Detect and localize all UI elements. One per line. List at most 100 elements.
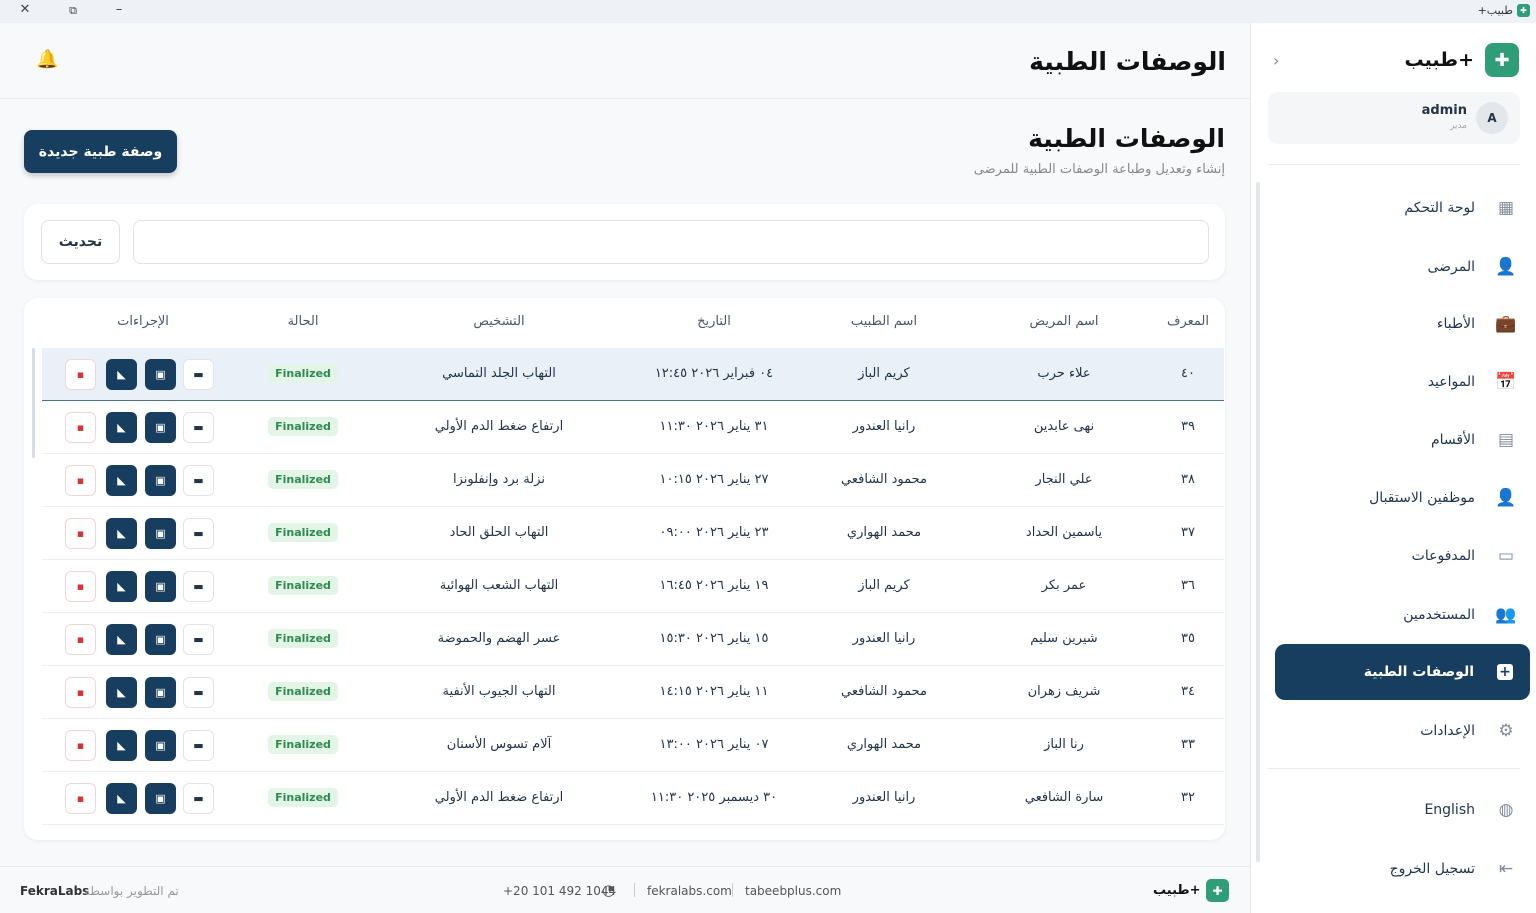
refresh-button[interactable]: تحديث — [41, 220, 120, 264]
delete-icon[interactable]: ▪ — [65, 677, 96, 708]
language-button[interactable]: English ◍ — [1275, 787, 1531, 833]
sidebar-item-6[interactable]: المدفوعات ▭ — [1275, 533, 1531, 579]
table-row[interactable]: ٣٦ عمر بكر كريم الباز ١٩ يناير ٢٠٢٦ ١٦:٤٥ ال… — [42, 560, 1224, 613]
cell-diagnosis: التهاب الجيوب الأنفية — [442, 684, 556, 699]
delete-icon[interactable]: ▪ — [65, 412, 96, 443]
delete-icon[interactable]: ▪ — [65, 624, 96, 655]
footer-site-tabeeb[interactable]: tabeebplus.com — [745, 884, 841, 898]
bell-icon[interactable]: 🔔 — [36, 49, 58, 70]
cell-doctor: رانيا العندور — [852, 419, 916, 434]
sidebar-item-7[interactable]: المستخدمين 👥 — [1275, 592, 1531, 638]
person-icon: 👤 — [1495, 488, 1517, 508]
print-icon[interactable]: ▣ — [145, 412, 176, 443]
delete-icon[interactable]: ▪ — [65, 730, 96, 761]
print-icon[interactable]: ▣ — [145, 571, 176, 602]
print-icon[interactable]: ▣ — [145, 677, 176, 708]
cell-patient: شيرين سليم — [1030, 631, 1098, 646]
print-icon[interactable]: ▣ — [145, 783, 176, 814]
view-icon[interactable]: ▬ — [183, 412, 214, 443]
sidebar-item-8[interactable]: الوصفات الطبية + — [1275, 644, 1530, 700]
footer-site-fekralabs[interactable]: fekralabs.com — [647, 884, 732, 898]
cell-patient: سارة الشافعي — [1024, 790, 1104, 805]
cell-id: ٣٣ — [1181, 737, 1195, 752]
print-icon[interactable]: ▣ — [145, 465, 176, 496]
divider — [634, 883, 635, 897]
view-icon[interactable]: ▬ — [183, 571, 214, 602]
delete-icon[interactable]: ▪ — [65, 465, 96, 496]
table-row[interactable]: ٣٨ علي النجار محمود الشافعي ٢٧ يناير ٢٠٢٦ ١… — [42, 454, 1224, 507]
edit-icon[interactable]: ◣ — [106, 783, 137, 814]
cell-id: ٣٥ — [1181, 631, 1195, 646]
table-row[interactable]: ٣٧ ياسمين الحداد محمد الهواري ٢٣ يناير ٢٠٢٦… — [42, 507, 1224, 560]
sidebar-item-9[interactable]: الإعدادات ⚙ — [1275, 708, 1531, 754]
cell-id: ٣٦ — [1181, 578, 1195, 593]
sidebar-item-5[interactable]: موظفين الاستقبال 👤 — [1275, 475, 1531, 521]
cell-date: ١٩ يناير ٢٠٢٦ ١٦:٤٥ — [659, 578, 769, 593]
cell-id: ٣٧ — [1181, 525, 1195, 540]
logout-button[interactable]: تسجيل الخروج ⇤ — [1275, 846, 1531, 892]
table-row[interactable]: ٣٩ نهى عابدين رانيا العندور ٣١ يناير ٢٠٢٦ ١… — [42, 401, 1224, 454]
table-scrollbar[interactable] — [32, 348, 35, 458]
footer-company[interactable]: FekraLabs — [20, 884, 89, 898]
cell-id: ٣٨ — [1181, 472, 1195, 487]
delete-icon[interactable]: ▪ — [65, 518, 96, 549]
edit-icon[interactable]: ◣ — [106, 518, 137, 549]
sidebar-item-2[interactable]: الأطباء 💼 — [1275, 301, 1531, 347]
table-row[interactable]: ٣٥ شيرين سليم رانيا العندور ١٥ يناير ٢٠٢٦ ١… — [42, 613, 1224, 666]
sidebar-item-4[interactable]: الأقسام ▤ — [1275, 417, 1531, 463]
table-row[interactable]: ٣٢ سارة الشافعي رانيا العندور ٣٠ ديسمبر ٢٠٢… — [42, 772, 1224, 825]
avatar: A — [1476, 102, 1508, 134]
footer-phone[interactable]: +20 101 492 1044 — [503, 884, 616, 898]
delete-icon[interactable]: ▪ — [65, 359, 96, 390]
sidebar-scrollbar[interactable] — [1256, 182, 1260, 862]
view-icon[interactable]: ▬ — [183, 783, 214, 814]
cell-patient: ياسمين الحداد — [1025, 525, 1103, 540]
col-doctor-header: اسم الطبيب — [850, 314, 918, 329]
edit-icon[interactable]: ◣ — [106, 465, 137, 496]
search-input[interactable] — [133, 220, 1209, 264]
table-row[interactable]: ٤٠ علاء حرب كريم الباز ٠٤ فبراير ٢٠٢٦ ١٢:٤٥… — [42, 348, 1224, 401]
sidebar-item-1[interactable]: المرضى 👤 — [1275, 244, 1531, 290]
view-icon[interactable]: ▬ — [183, 518, 214, 549]
view-icon[interactable]: ▬ — [183, 465, 214, 496]
sidebar-item-3[interactable]: المواعيد 📅 — [1275, 359, 1531, 405]
print-icon[interactable]: ▣ — [145, 730, 176, 761]
edit-icon[interactable]: ◣ — [106, 359, 137, 390]
header-title: الوصفات الطبية — [1029, 47, 1226, 76]
cell-diagnosis: نزلة برد وإنفلونزا — [452, 472, 546, 487]
cell-doctor: محمود الشافعي — [841, 472, 927, 487]
restore-icon[interactable]: ⧉ — [64, 4, 82, 18]
print-icon[interactable]: ▣ — [145, 359, 176, 390]
view-icon[interactable]: ▬ — [183, 677, 214, 708]
delete-icon[interactable]: ▪ — [65, 783, 96, 814]
delete-icon[interactable]: ▪ — [65, 571, 96, 602]
chevron-right-icon[interactable]: › — [1273, 51, 1279, 70]
table-row[interactable]: ٣٤ شريف زهران محمود الشافعي ١١ يناير ٢٠٢٦ ١… — [42, 666, 1224, 719]
print-icon[interactable]: ▣ — [145, 518, 176, 549]
edit-icon[interactable]: ◣ — [106, 412, 137, 443]
edit-icon[interactable]: ◣ — [106, 677, 137, 708]
close-icon[interactable]: ✕ — [16, 2, 34, 17]
sidebar: ✚ طبيب+ › A admin مدير لوحة التحكم ▦ المرض… — [1250, 23, 1536, 913]
minimize-icon[interactable]: – — [110, 2, 128, 17]
new-prescription-button[interactable]: وصفة طبية جديدة — [24, 130, 177, 173]
footer-logo-icon: ✚ — [1206, 879, 1229, 902]
search-bar: تحديث — [24, 204, 1225, 280]
table-row[interactable]: ٣٣ رنا الباز محمد الهواري ٠٧ يناير ٢٠٢٦ ١٣:… — [42, 719, 1224, 772]
col-status-header: الحالة — [287, 314, 319, 329]
cell-id: ٣٢ — [1181, 790, 1195, 805]
edit-icon[interactable]: ◣ — [106, 571, 137, 602]
footer: FekraLabs تم التطوير بواسطة +20 101 492 … — [0, 866, 1250, 913]
plus-square-icon: + — [1494, 661, 1516, 683]
edit-icon[interactable]: ◣ — [106, 624, 137, 655]
user-card[interactable]: A admin مدير — [1268, 92, 1520, 144]
users-icon: 👥 — [1495, 605, 1517, 625]
cell-diagnosis: ارتفاع ضغط الدم الأولي — [434, 419, 564, 434]
view-icon[interactable]: ▬ — [183, 359, 214, 390]
sidebar-item-0[interactable]: لوحة التحكم ▦ — [1275, 185, 1531, 231]
col-diagnosis-header: التشخيص — [473, 314, 525, 329]
print-icon[interactable]: ▣ — [145, 624, 176, 655]
edit-icon[interactable]: ◣ — [106, 730, 137, 761]
view-icon[interactable]: ▬ — [183, 624, 214, 655]
view-icon[interactable]: ▬ — [183, 730, 214, 761]
